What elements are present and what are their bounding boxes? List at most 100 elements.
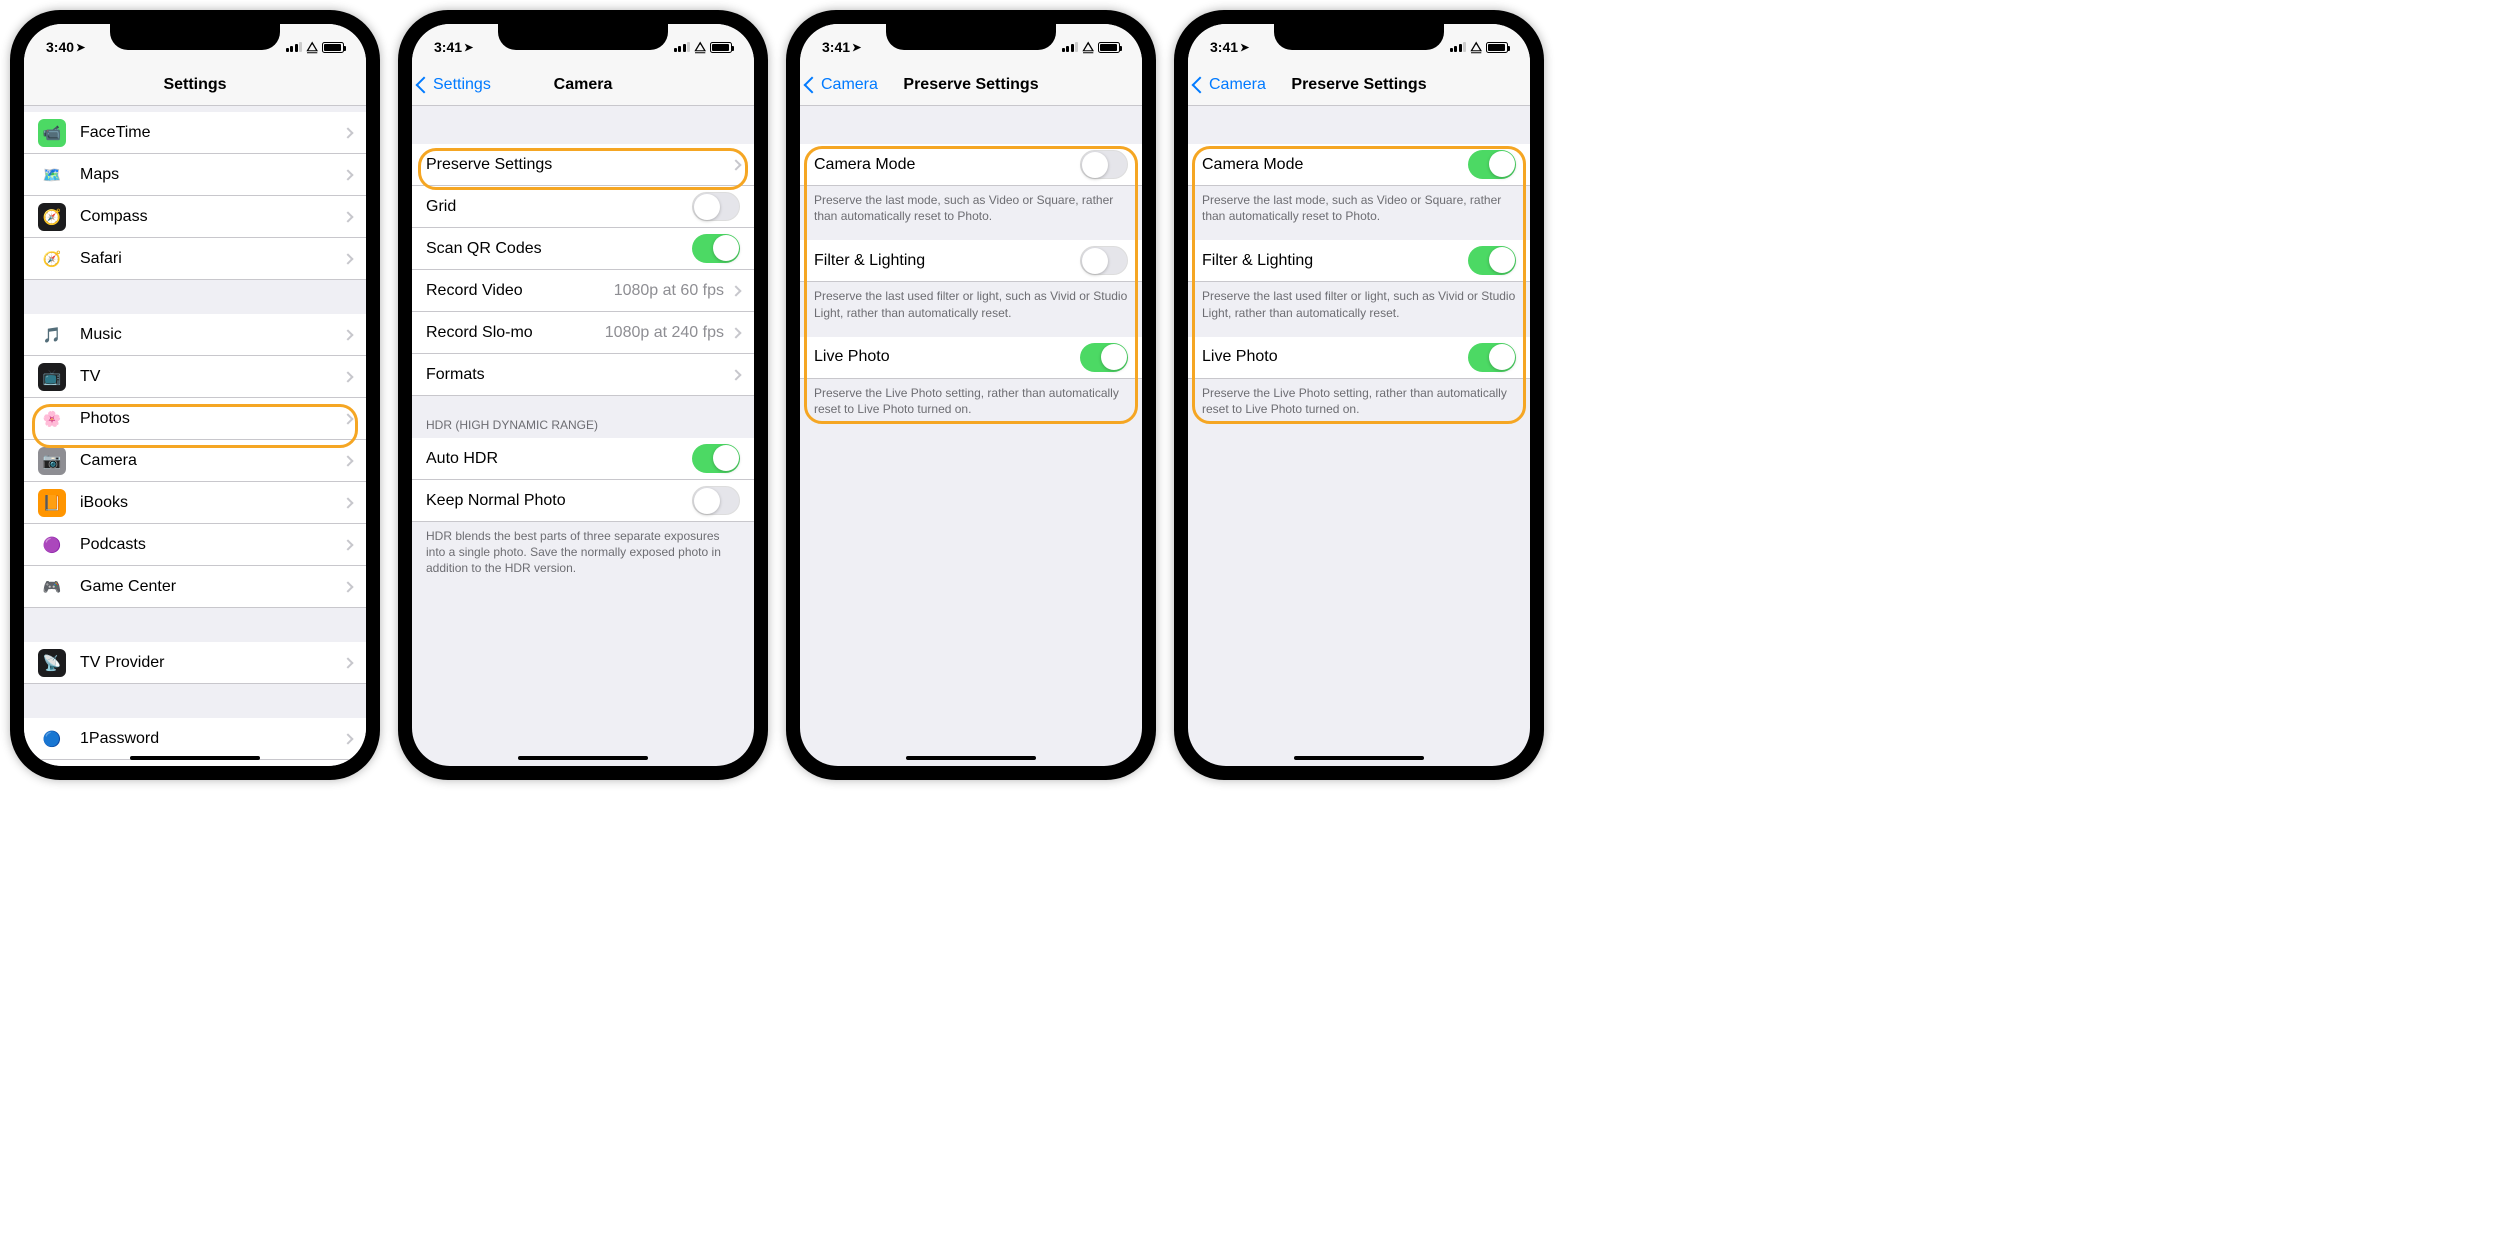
toggle-switch[interactable]	[1468, 150, 1516, 179]
row-label: Camera	[80, 452, 344, 470]
back-button[interactable]: Camera	[806, 76, 878, 94]
row-icon: 🟣	[38, 531, 66, 559]
settings-row[interactable]: 🔵1Password	[24, 718, 366, 760]
wifi-icon: ⧋	[1470, 39, 1482, 55]
location-icon: ➤	[852, 41, 861, 54]
settings-row[interactable]: 🧭 Compass	[24, 196, 366, 238]
row-label: Compass	[80, 208, 344, 226]
nav-bar: CameraPreserve Settings	[1188, 64, 1530, 106]
row-label: FaceTime	[80, 124, 344, 142]
settings-row[interactable]: 🕘9to5Mac	[24, 760, 366, 766]
settings-row[interactable]: 📡TV Provider	[24, 642, 366, 684]
chevron-left-icon	[1192, 76, 1209, 93]
settings-row[interactable]: Live Photo	[800, 337, 1142, 379]
settings-group: Filter & LightingPreserve the last used …	[800, 240, 1142, 330]
wifi-icon: ⧋	[306, 39, 318, 55]
home-indicator[interactable]	[518, 756, 648, 760]
chevron-right-icon	[730, 285, 741, 296]
row-label: Safari	[80, 250, 344, 268]
home-indicator[interactable]	[130, 756, 260, 760]
nav-bar: Settings	[24, 64, 366, 106]
settings-group: Live PhotoPreserve the Live Photo settin…	[1188, 337, 1530, 427]
signal-icon	[1062, 42, 1079, 52]
settings-row[interactable]: Keep Normal Photo	[412, 480, 754, 522]
settings-row[interactable]: Filter & Lighting	[1188, 240, 1530, 282]
back-label: Camera	[821, 76, 878, 94]
back-label: Camera	[1209, 76, 1266, 94]
settings-row[interactable]: 📹 FaceTime	[24, 112, 366, 154]
status-left: 3:41 ➤	[1210, 39, 1249, 55]
status-right: ⧋	[674, 39, 732, 55]
status-left: 3:41 ➤	[434, 39, 473, 55]
content-area: 📹 FaceTime 🗺️Maps 🧭 Compass 🧭 Safari 🎵Music📺TV🌸…	[24, 106, 366, 766]
location-icon: ➤	[76, 41, 85, 54]
settings-row[interactable]: 🌸Photos	[24, 398, 366, 440]
chevron-right-icon	[342, 539, 353, 550]
toggle-switch[interactable]	[1080, 150, 1128, 179]
settings-row[interactable]: Camera Mode	[1188, 144, 1530, 186]
settings-row[interactable]: 🧭 Safari	[24, 238, 366, 280]
status-time: 3:41	[822, 39, 850, 55]
toggle-switch[interactable]	[1468, 343, 1516, 372]
row-icon: 🎵	[38, 321, 66, 349]
row-icon: 📹	[38, 119, 66, 147]
status-right: ⧋	[1450, 39, 1508, 55]
row-icon: 🎮	[38, 573, 66, 601]
back-button[interactable]: Camera	[1194, 76, 1266, 94]
row-detail: 1080p at 60 fps	[614, 282, 724, 300]
toggle-switch[interactable]	[1080, 343, 1128, 372]
settings-row[interactable]: Auto HDR	[412, 438, 754, 480]
row-label: Maps	[80, 166, 344, 184]
group-footer: Preserve the last mode, such as Video or…	[800, 186, 1142, 234]
toggle-switch[interactable]	[692, 192, 740, 221]
settings-row[interactable]: Formats	[412, 354, 754, 396]
group-footer: Preserve the last used filter or light, …	[800, 282, 1142, 330]
group-footer: Preserve the Live Photo setting, rather …	[800, 379, 1142, 427]
toggle-switch[interactable]	[1080, 246, 1128, 275]
settings-row[interactable]: Camera Mode	[800, 144, 1142, 186]
chevron-right-icon	[342, 581, 353, 592]
chevron-right-icon	[730, 327, 741, 338]
toggle-switch[interactable]	[692, 486, 740, 515]
settings-row[interactable]: Record Slo-mo1080p at 240 fps	[412, 312, 754, 354]
back-button[interactable]: Settings	[418, 76, 491, 94]
toggle-switch[interactable]	[1468, 246, 1516, 275]
page-title: Preserve Settings	[903, 76, 1038, 94]
settings-row[interactable]: 📷Camera	[24, 440, 366, 482]
row-label: Game Center	[80, 578, 344, 596]
settings-row[interactable]: 🎵Music	[24, 314, 366, 356]
settings-row[interactable]: Grid	[412, 186, 754, 228]
settings-row[interactable]: Preserve Settings	[412, 144, 754, 186]
home-indicator[interactable]	[906, 756, 1036, 760]
phone-frame: 3:40 ➤ ⧋ Settings📹FaceTime🗺️Maps🧭Compass…	[10, 10, 380, 780]
content-area: Camera ModePreserve the last mode, such …	[1188, 106, 1530, 766]
toggle-switch[interactable]	[692, 444, 740, 473]
row-label: Record Video	[426, 282, 614, 300]
location-icon: ➤	[464, 41, 473, 54]
settings-row[interactable]: 📙iBooks	[24, 482, 366, 524]
settings-row[interactable]: Live Photo	[1188, 337, 1530, 379]
settings-row[interactable]: Scan QR Codes	[412, 228, 754, 270]
home-indicator[interactable]	[1294, 756, 1424, 760]
settings-row[interactable]: Filter & Lighting	[800, 240, 1142, 282]
settings-row[interactable]: 🎮 Game Center	[24, 566, 366, 608]
phone-frame: 3:41 ➤ ⧋ Camera Preserve Settings Camera M…	[786, 10, 1156, 780]
settings-row[interactable]: 📺TV	[24, 356, 366, 398]
toggle-switch[interactable]	[692, 234, 740, 263]
location-icon: ➤	[1240, 41, 1249, 54]
settings-row[interactable]: Record Video1080p at 60 fps	[412, 270, 754, 312]
row-icon: 🧭	[38, 203, 66, 231]
wifi-icon: ⧋	[1082, 39, 1094, 55]
row-label: iBooks	[80, 494, 344, 512]
chevron-right-icon	[730, 369, 741, 380]
chevron-left-icon	[804, 76, 821, 93]
row-label: Scan QR Codes	[426, 240, 692, 258]
signal-icon	[1450, 42, 1467, 52]
battery-icon	[1098, 42, 1120, 53]
row-label: Camera Mode	[814, 156, 1080, 174]
settings-row[interactable]: 🗺️Maps	[24, 154, 366, 196]
notch	[498, 24, 668, 50]
row-icon: 🧭	[38, 245, 66, 273]
settings-row[interactable]: 🟣Podcasts	[24, 524, 366, 566]
settings-group: Camera Mode Preserve the last mode, such …	[800, 106, 1142, 234]
